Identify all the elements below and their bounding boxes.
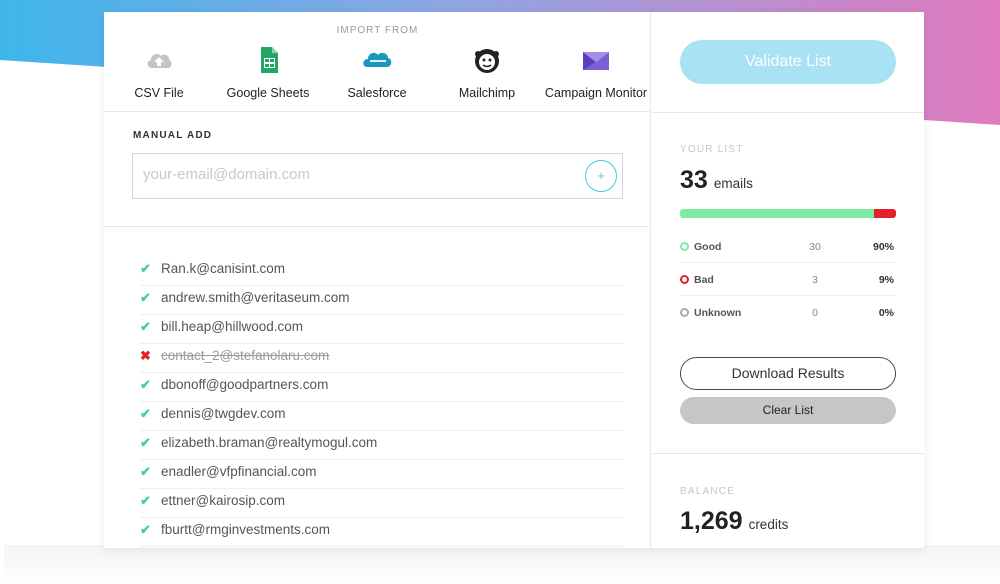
check-icon: ✔ — [140, 435, 151, 450]
stat-name: Good — [694, 241, 722, 253]
balance-count: 1,269 credits — [680, 507, 788, 536]
download-results-button[interactable]: Download Results — [680, 357, 896, 390]
cross-icon: ✖ — [140, 348, 151, 363]
email-row[interactable]: ✔ dbonoff@goodpartners.com — [140, 373, 624, 402]
email-address: dbonoff@goodpartners.com — [161, 377, 329, 392]
validate-list-button[interactable]: Validate List — [680, 40, 896, 84]
import-source-label: Campaign Monitor — [544, 86, 648, 100]
email-count: 33 emails — [680, 166, 753, 195]
validation-progress-bar — [680, 209, 896, 218]
add-email-button[interactable]: + — [585, 160, 617, 192]
email-address: bill.heap@hillwood.com — [161, 319, 304, 334]
email-row[interactable]: ✔ dennis@twgdev.com — [140, 402, 624, 431]
email-row[interactable]: ✔ fburtt@rmginvestments.com — [140, 518, 624, 547]
stat-count: 3 — [812, 274, 818, 286]
your-list-title: YOUR LIST — [680, 144, 744, 155]
email-row[interactable]: ✔ andrew.smith@veritaseum.com — [140, 286, 624, 315]
page-shadow — [4, 545, 1000, 584]
email-input[interactable] — [143, 166, 563, 183]
unknown-dot-icon — [680, 308, 689, 317]
import-section: IMPORT FROM CSV File Google Sheets Sales… — [104, 12, 651, 112]
stat-name: Unknown — [694, 307, 742, 319]
import-source-label: Google Sheets — [226, 86, 310, 100]
right-panel: Validate List YOUR LIST 33 emails Good 30… — [651, 12, 924, 548]
bad-bar-segment — [874, 209, 896, 218]
check-icon: ✔ — [140, 319, 151, 334]
balance-value: 1,269 — [680, 507, 743, 535]
check-icon: ✔ — [140, 406, 151, 421]
email-row[interactable]: ✔ elizabeth.braman@realtymogul.com — [140, 431, 624, 460]
import-google-sheets-button[interactable]: Google Sheets — [213, 45, 323, 105]
email-address: enadler@vfpfinancial.com — [161, 464, 317, 479]
stat-row-good: Good 30 90% — [680, 231, 896, 263]
stat-count: 30 — [809, 241, 821, 253]
email-count-value: 33 — [680, 166, 708, 194]
import-csv-button[interactable]: CSV File — [104, 45, 214, 105]
stat-percent: 90% — [872, 241, 894, 253]
check-icon: ✔ — [140, 493, 151, 508]
email-input-box: + — [132, 153, 623, 199]
divider — [651, 453, 924, 454]
manual-add-title: MANUAL ADD — [133, 130, 213, 141]
mailchimp-icon — [475, 49, 499, 73]
cloud-upload-icon — [147, 53, 172, 68]
stat-name: Bad — [694, 274, 714, 286]
email-count-unit: emails — [713, 176, 753, 191]
stat-count: 0 — [812, 307, 818, 319]
clear-list-button[interactable]: Clear List — [680, 397, 896, 424]
import-source-label: Salesforce — [347, 86, 407, 100]
import-source-label: Mailchimp — [458, 86, 516, 100]
import-salesforce-button[interactable]: Salesforce — [322, 45, 432, 105]
balance-title: BALANCE — [680, 486, 736, 497]
email-address: ettner@kairosip.com — [161, 493, 285, 508]
import-mailchimp-button[interactable]: Mailchimp — [432, 45, 542, 105]
stat-row-unknown: Unknown 0 0% — [680, 297, 896, 329]
validation-card: IMPORT FROM CSV File Google Sheets Sales… — [104, 12, 924, 548]
salesforce-icon — [363, 52, 392, 67]
import-title: IMPORT FROM — [336, 25, 419, 36]
check-icon: ✔ — [140, 290, 151, 305]
balance-unit: credits — [748, 517, 789, 532]
email-row[interactable]: ✖ contact_2@stefanolaru.com — [140, 344, 624, 373]
good-dot-icon — [680, 242, 689, 251]
manual-add-section: MANUAL ADD + — [104, 112, 651, 227]
email-row[interactable]: ✔ bill.heap@hillwood.com — [140, 315, 624, 344]
left-panel: IMPORT FROM CSV File Google Sheets Sales… — [104, 12, 651, 548]
bad-dot-icon — [680, 275, 689, 284]
stat-percent: 0% — [878, 307, 894, 319]
import-source-label: CSV File — [134, 86, 184, 100]
import-campaign-monitor-button[interactable]: Campaign Monitor — [541, 45, 651, 105]
stat-percent: 9% — [878, 274, 894, 286]
email-address: andrew.smith@veritaseum.com — [161, 290, 350, 305]
good-bar-segment — [680, 209, 875, 218]
email-address: fburtt@rmginvestments.com — [161, 522, 331, 537]
email-address: Ran.k@canisint.com — [161, 261, 285, 276]
google-sheets-icon — [261, 47, 278, 73]
check-icon: ✔ — [140, 261, 151, 276]
campaign-monitor-icon — [583, 52, 609, 70]
email-address: dennis@twgdev.com — [161, 406, 286, 421]
email-row[interactable]: ✔ Ran.k@canisint.com — [140, 257, 624, 286]
email-row[interactable]: ✔ ettner@kairosip.com — [140, 489, 624, 518]
check-icon: ✔ — [140, 464, 151, 479]
check-icon: ✔ — [140, 522, 151, 537]
check-icon: ✔ — [140, 377, 151, 392]
stat-row-bad: Bad 3 9% — [680, 264, 896, 296]
email-address: elizabeth.braman@realtymogul.com — [161, 435, 378, 450]
email-row[interactable]: ✔ enadler@vfpfinancial.com — [140, 460, 624, 489]
divider — [651, 112, 924, 113]
email-address: contact_2@stefanolaru.com — [161, 348, 330, 363]
